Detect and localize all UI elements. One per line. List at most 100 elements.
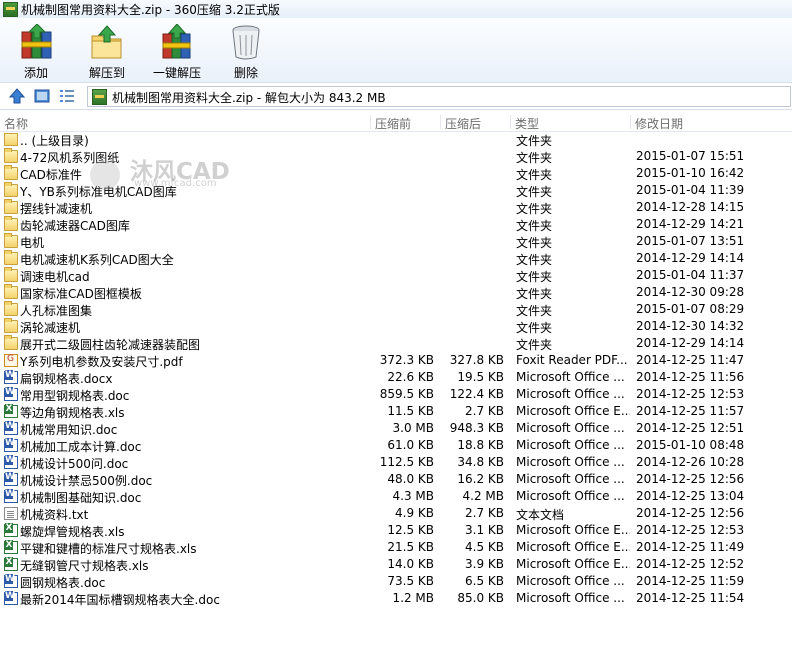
window-title: 机械制图常用资料大全.zip - 360压缩 3.2正式版 bbox=[21, 3, 280, 17]
file-row[interactable]: 机械设计禁忌500例.doc 48.0 KB 16.2 KB Microsoft Of… bbox=[0, 471, 792, 488]
file-row[interactable]: 电机 文件夹 2015-01-07 13:51 bbox=[0, 233, 792, 250]
file-name: 机械设计500问.doc bbox=[20, 457, 129, 471]
file-type: Microsoft Office ... bbox=[516, 489, 625, 503]
file-date: 2014-12-25 12:56 bbox=[636, 506, 745, 520]
file-type: Microsoft Office ... bbox=[516, 370, 625, 384]
file-row[interactable]: 机械加工成本计算.doc 61.0 KB 18.8 KB Microsoft Offi… bbox=[0, 437, 792, 454]
file-name: CAD标准件 bbox=[20, 168, 82, 182]
file-uncompressed-size: 2.7 KB bbox=[465, 506, 504, 520]
file-name: 机械资料.txt bbox=[20, 508, 89, 522]
file-name: Y、YB系列标准电机CAD图库 bbox=[20, 185, 177, 199]
file-date: 2014-12-25 12:53 bbox=[636, 387, 745, 401]
file-compressed-size: 61.0 KB bbox=[387, 438, 434, 452]
file-name: 机械制图基础知识.doc bbox=[20, 491, 142, 505]
column-type[interactable]: 类型 bbox=[515, 115, 539, 132]
file-date: 2014-12-25 11:59 bbox=[636, 574, 745, 588]
file-name: 常用型钢规格表.doc bbox=[20, 389, 130, 403]
file-row[interactable]: 4-72风机系列图纸 文件夹 2015-01-07 15:51 bbox=[0, 148, 792, 165]
file-row[interactable]: 调速电机cad 文件夹 2015-01-04 11:37 bbox=[0, 267, 792, 284]
file-row[interactable]: 机械设计500问.doc 112.5 KB 34.8 KB Microsoft Off… bbox=[0, 454, 792, 471]
file-row[interactable]: 机械制图基础知识.doc 4.3 MB 4.2 MB Microsoft Office… bbox=[0, 488, 792, 505]
file-row[interactable]: 螺旋焊管规格表.xls 12.5 KB 3.1 KB Microsoft Office… bbox=[0, 522, 792, 539]
folder-icon bbox=[4, 301, 18, 316]
doc-icon bbox=[4, 472, 18, 486]
delete-button[interactable]: 删除 bbox=[224, 22, 268, 80]
file-row[interactable]: 等边角钢规格表.xls 11.5 KB 2.7 KB Microsoft Office… bbox=[0, 403, 792, 420]
file-name: 等边角钢规格表.xls bbox=[20, 406, 125, 420]
extract-to-button[interactable]: 解压到 bbox=[82, 22, 132, 80]
add-button[interactable]: 添加 bbox=[12, 22, 60, 80]
column-divider[interactable] bbox=[440, 115, 441, 129]
file-row[interactable]: 平键和键槽的标准尺寸规格表.xls 21.5 KB 4.5 KB Microsoft … bbox=[0, 539, 792, 556]
column-modified[interactable]: 修改日期 bbox=[635, 115, 683, 132]
file-row[interactable]: 电机减速机K系列CAD图大全 文件夹 2014-12-29 14:14 bbox=[0, 250, 792, 267]
folder-icon bbox=[4, 182, 18, 197]
file-type: Foxit Reader PDF... bbox=[516, 353, 628, 367]
view-list-icon[interactable] bbox=[58, 87, 76, 105]
file-row[interactable]: CAD标准件 文件夹 2015-01-10 16:42 bbox=[0, 165, 792, 182]
file-row[interactable]: 齿轮减速器CAD图库 文件夹 2014-12-29 14:21 bbox=[0, 216, 792, 233]
file-name: .. (上级目录) bbox=[20, 134, 89, 148]
folder-icon bbox=[4, 267, 18, 282]
file-row[interactable]: 展开式二级圆柱齿轮减速器装配图 文件夹 2014-12-29 14:14 bbox=[0, 335, 792, 352]
column-name[interactable]: 名称 bbox=[4, 115, 28, 132]
xls-icon bbox=[4, 523, 18, 537]
file-row[interactable]: 机械资料.txt 4.9 KB 2.7 KB 文本文档 2014-12-25 12:56 bbox=[0, 505, 792, 522]
file-row[interactable]: 涡轮减速机 文件夹 2014-12-30 14:32 bbox=[0, 318, 792, 335]
file-row[interactable]: 无缝钢管尺寸规格表.xls 14.0 KB 3.9 KB Microsoft Offi… bbox=[0, 556, 792, 573]
file-uncompressed-size: 327.8 KB bbox=[449, 353, 504, 367]
file-type: 文件夹 bbox=[516, 270, 553, 284]
file-date: 2015-01-07 15:51 bbox=[636, 149, 745, 163]
file-name: 机械常用知识.doc bbox=[20, 423, 118, 437]
up-folder-icon bbox=[4, 133, 18, 146]
file-uncompressed-size: 16.2 KB bbox=[457, 472, 504, 486]
pdf-icon bbox=[4, 354, 18, 367]
file-row[interactable]: .. (上级目录) 文件夹 bbox=[0, 131, 792, 148]
column-header: 名称 压缩前 压缩后 类型 修改日期 bbox=[0, 113, 792, 132]
path-field[interactable]: 机械制图常用资料大全.zip - 解包大小为 843.2 MB bbox=[87, 86, 791, 107]
folder-icon bbox=[4, 199, 18, 214]
file-compressed-size: 3.0 MB bbox=[392, 421, 434, 435]
file-type: 文件夹 bbox=[516, 134, 553, 148]
file-row[interactable]: Y系列电机参数及安装尺寸.pdf 372.3 KB 327.8 KB Foxit Re… bbox=[0, 352, 792, 369]
file-row[interactable]: 扁钢规格表.docx 22.6 KB 19.5 KB Microsoft Office… bbox=[0, 369, 792, 386]
file-row[interactable]: 机械常用知识.doc 3.0 MB 948.3 KB Microsoft Office… bbox=[0, 420, 792, 437]
file-date: 2014-12-25 11:57 bbox=[636, 404, 745, 418]
file-type: 文件夹 bbox=[516, 287, 553, 301]
column-divider[interactable] bbox=[630, 115, 631, 129]
file-date: 2015-01-04 11:39 bbox=[636, 183, 745, 197]
file-date: 2014-12-25 12:52 bbox=[636, 557, 745, 571]
file-type: Microsoft Office ... bbox=[516, 591, 625, 605]
column-uncompressed[interactable]: 压缩后 bbox=[445, 115, 481, 132]
trash-can-icon bbox=[232, 25, 260, 60]
column-compressed[interactable]: 压缩前 bbox=[375, 115, 411, 132]
view-large-icon[interactable] bbox=[33, 87, 51, 105]
one-click-extract-button[interactable]: 一键解压 bbox=[148, 22, 206, 80]
file-name: 人孔标准图集 bbox=[20, 304, 93, 318]
folder-icon bbox=[4, 216, 18, 231]
navigation-bar: 机械制图常用资料大全.zip - 解包大小为 843.2 MB bbox=[0, 83, 792, 110]
column-divider[interactable] bbox=[370, 115, 371, 129]
file-name: 圆钢规格表.doc bbox=[20, 576, 106, 590]
column-divider[interactable] bbox=[510, 115, 511, 129]
folder-icon bbox=[4, 165, 18, 180]
file-date: 2014-12-25 11:47 bbox=[636, 353, 745, 367]
file-type: 文件夹 bbox=[516, 236, 553, 250]
add-books-icon bbox=[21, 24, 52, 59]
file-uncompressed-size: 122.4 KB bbox=[449, 387, 504, 401]
file-row[interactable]: 最新2014年国标槽钢规格表大全.doc 1.2 MB 85.0 KB Microso… bbox=[0, 590, 792, 607]
folder-icon bbox=[4, 233, 18, 248]
file-row[interactable]: 圆钢规格表.doc 73.5 KB 6.5 KB Microsoft Office .… bbox=[0, 573, 792, 590]
file-row[interactable]: 国家标准CAD图框模板 文件夹 2014-12-30 09:28 bbox=[0, 284, 792, 301]
file-type: 文本文档 bbox=[516, 508, 565, 522]
file-type: 文件夹 bbox=[516, 185, 553, 199]
file-row[interactable]: 人孔标准图集 文件夹 2015-01-07 08:29 bbox=[0, 301, 792, 318]
file-type: Microsoft Office E... bbox=[516, 557, 630, 571]
file-row[interactable]: 常用型钢规格表.doc 859.5 KB 122.4 KB Microsoft Off… bbox=[0, 386, 792, 403]
up-arrow-icon[interactable] bbox=[8, 87, 26, 105]
file-row[interactable]: Y、YB系列标准电机CAD图库 文件夹 2015-01-04 11:39 bbox=[0, 182, 792, 199]
one-click-extract-icon bbox=[162, 24, 191, 59]
doc-icon bbox=[4, 489, 18, 503]
file-uncompressed-size: 2.7 KB bbox=[465, 404, 504, 418]
file-row[interactable]: 摆线针减速机 文件夹 2014-12-28 14:15 bbox=[0, 199, 792, 216]
